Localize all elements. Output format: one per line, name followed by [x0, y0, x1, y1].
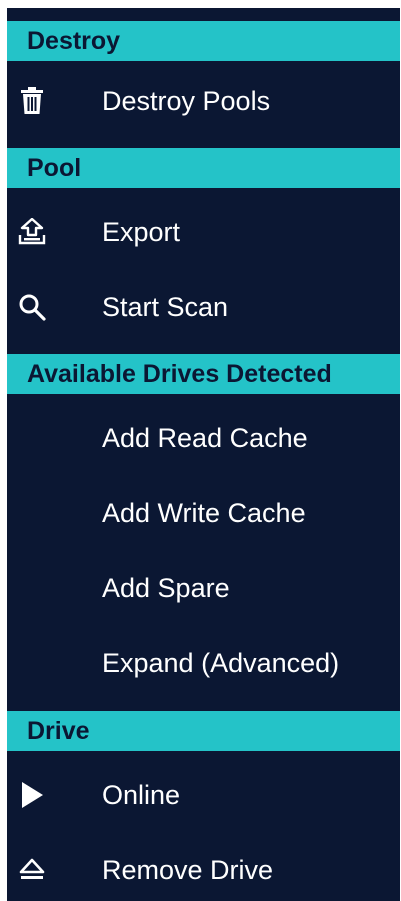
menu-item-label: Remove Drive — [102, 855, 274, 885]
menu-item-label: Export — [102, 217, 181, 247]
menu-item-label: Add Spare — [102, 573, 230, 603]
menu-item-add-write-cache[interactable]: Add Write Cache — [7, 482, 400, 544]
menu-item-label: Online — [102, 780, 181, 810]
eject-icon — [15, 853, 49, 887]
menu-item-label: Start Scan — [102, 292, 229, 322]
menu-item-destroy-pools[interactable]: Destroy Pools — [7, 70, 400, 132]
section-header-destroy: Destroy — [7, 21, 400, 61]
section-header-drive: Drive — [7, 711, 400, 751]
section-header-available-drives: Available Drives Detected — [7, 354, 400, 394]
menu-item-start-scan[interactable]: Start Scan — [7, 276, 400, 338]
menu-item-add-read-cache[interactable]: Add Read Cache — [7, 407, 400, 469]
section-header-pool: Pool — [7, 148, 400, 188]
search-icon — [15, 290, 49, 324]
trash-icon — [15, 84, 49, 118]
menu-item-online[interactable]: Online — [7, 764, 400, 826]
menu-item-label: Expand (Advanced) — [102, 648, 340, 678]
menu-item-label: Add Read Cache — [102, 423, 308, 453]
export-icon — [15, 215, 49, 249]
menu-item-add-spare[interactable]: Add Spare — [7, 557, 400, 619]
menu-item-label: Add Write Cache — [102, 498, 306, 528]
menu-item-label: Destroy Pools — [102, 86, 271, 116]
menu-item-remove-drive[interactable]: Remove Drive — [7, 839, 400, 901]
menu-item-expand-advanced[interactable]: Expand (Advanced) — [7, 632, 400, 694]
menu-item-export[interactable]: Export — [7, 201, 400, 263]
play-icon — [15, 778, 49, 812]
context-menu: Destroy Destroy Pools Pool Export Start … — [7, 8, 400, 901]
